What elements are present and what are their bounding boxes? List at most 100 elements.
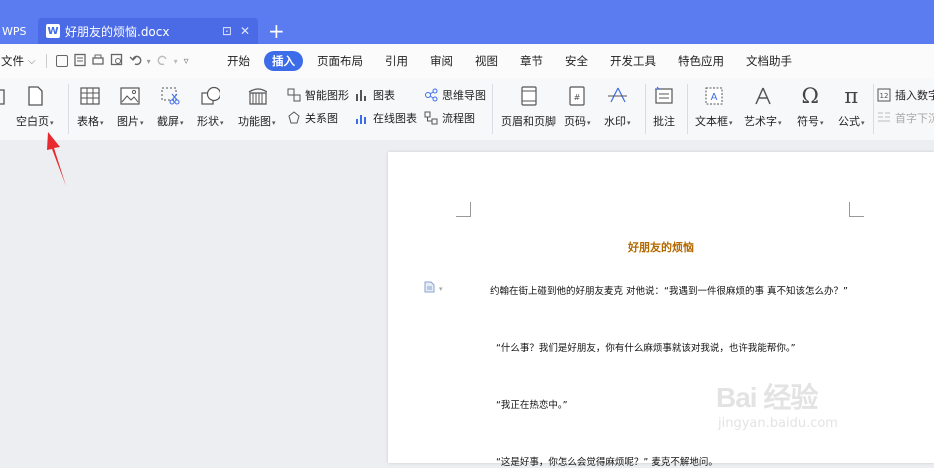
cover-page-icon[interactable] xyxy=(0,88,8,109)
symbol-label: 符号 xyxy=(797,115,819,128)
tab-4[interactable]: 审阅 xyxy=(419,53,464,69)
smart-graphic-label: 智能图形 xyxy=(305,89,349,102)
mind-map-button[interactable]: 思维导图 xyxy=(424,86,486,104)
paragraph-marker-icon xyxy=(423,281,435,296)
tab-7[interactable]: 安全 xyxy=(554,53,599,69)
table-button[interactable]: 表格▾ xyxy=(77,78,104,140)
caret-icon[interactable]: ▾ xyxy=(50,119,54,127)
document-title[interactable]: 好朋友的烦恼 xyxy=(388,239,934,255)
undo-icon[interactable] xyxy=(129,53,145,70)
writer-doc-icon: W xyxy=(46,24,60,38)
caret-icon[interactable]: ▾ xyxy=(820,119,824,127)
new-tab-button[interactable]: + xyxy=(268,19,285,43)
caret-icon[interactable]: ▾ xyxy=(100,119,104,127)
caret-icon[interactable]: ▾ xyxy=(180,119,184,127)
shape-icon xyxy=(200,86,221,106)
chart-button[interactable]: 图表 xyxy=(355,86,395,104)
smart-graphic-icon xyxy=(287,88,301,102)
table-icon xyxy=(80,86,100,106)
watermark-button[interactable]: 水印▾ xyxy=(604,78,631,140)
caret-icon[interactable]: ▾ xyxy=(587,119,591,127)
blank-page-label: 空白页 xyxy=(16,115,49,128)
save-icon[interactable] xyxy=(55,55,68,67)
divider xyxy=(687,84,688,134)
redo-icon[interactable] xyxy=(156,53,170,70)
tab-9[interactable]: 特色应用 xyxy=(667,53,735,69)
page-number-button[interactable]: # 页码▾ xyxy=(564,78,591,140)
word-art-icon xyxy=(753,86,773,106)
comment-icon xyxy=(654,86,674,106)
divider xyxy=(68,84,69,134)
mind-map-icon xyxy=(424,88,438,102)
flowchart-button[interactable]: 流程图 xyxy=(424,109,475,127)
chevron-down-icon[interactable]: ⌵ xyxy=(28,56,36,67)
omega-icon: Ω xyxy=(801,84,819,108)
header-footer-icon xyxy=(519,86,539,106)
relation-chart-button[interactable]: 关系图 xyxy=(287,109,338,127)
online-chart-button[interactable]: 在线图表 xyxy=(355,109,417,127)
tab-0[interactable]: 开始 xyxy=(216,53,261,69)
svg-text:A: A xyxy=(710,92,717,103)
tab-6[interactable]: 章节 xyxy=(509,53,554,69)
divider xyxy=(45,54,47,68)
caret-icon[interactable]: ▾ xyxy=(627,119,631,127)
insert-ribbon: 空白页▾ 表格▾ 图片▾ 截屏▾ 形状▾ 功能图▾ 智能图形 图表 思维导图 关… xyxy=(0,78,934,141)
text-box-button[interactable]: A 文本框▾ xyxy=(695,78,733,140)
insert-number-button[interactable]: 12 插入数字 xyxy=(877,86,934,104)
print-preview-icon[interactable] xyxy=(110,53,124,70)
screenshot-label: 截屏 xyxy=(157,115,179,128)
formula-button[interactable]: π 公式▾ xyxy=(838,78,865,140)
export-pdf-icon[interactable] xyxy=(73,53,87,70)
flowchart-icon xyxy=(424,111,438,125)
tab-5[interactable]: 视图 xyxy=(464,53,509,69)
caret-icon[interactable]: ▾ xyxy=(729,119,733,127)
blank-page-button[interactable]: 空白页▾ xyxy=(16,78,54,140)
paragraph-handle[interactable]: ▾ xyxy=(423,281,443,296)
document-tab[interactable]: W 好朋友的烦恼.docx ⊡ ✕ xyxy=(38,18,258,44)
shape-button[interactable]: 形状▾ xyxy=(197,78,224,140)
undo-dropdown-icon[interactable]: ▾ xyxy=(147,57,151,66)
smart-graphic-button[interactable]: 智能图形 xyxy=(287,86,349,104)
paragraph[interactable]: “我正在热恋中。” xyxy=(496,397,568,411)
page-number-icon: # xyxy=(567,86,587,106)
file-menu[interactable]: 文件 xyxy=(0,53,24,69)
caret-icon[interactable]: ▾ xyxy=(861,119,865,127)
symbol-button[interactable]: Ω 符号▾ xyxy=(797,78,824,140)
restore-icon[interactable]: ⊡ xyxy=(222,24,232,38)
caret-icon[interactable]: ▾ xyxy=(140,119,144,127)
paragraph[interactable]: “这是好事，你怎么会觉得麻烦呢？” 麦克不解地问。 xyxy=(496,454,718,468)
wps-home-tab[interactable]: WPS xyxy=(0,18,34,44)
function-chart-label: 功能图 xyxy=(238,115,271,128)
picture-label: 图片 xyxy=(117,115,139,128)
screenshot-button[interactable]: 截屏▾ xyxy=(157,78,184,140)
tab-10[interactable]: 文档助手 xyxy=(735,53,803,69)
print-icon[interactable] xyxy=(91,53,105,70)
picture-button[interactable]: 图片▾ xyxy=(117,78,144,140)
function-chart-button[interactable]: 功能图▾ xyxy=(238,78,276,140)
document-tab-title: 好朋友的烦恼.docx xyxy=(65,24,170,39)
tab-2[interactable]: 页面布局 xyxy=(306,53,374,69)
text-box-label: 文本框 xyxy=(695,115,728,128)
insert-number-icon: 12 xyxy=(877,88,891,102)
redo-dropdown-icon[interactable]: ▾ xyxy=(174,57,178,66)
pi-icon: π xyxy=(844,84,859,108)
word-art-label: 艺术字 xyxy=(744,115,777,128)
watermark-icon xyxy=(607,86,628,106)
comment-button[interactable]: 批注 xyxy=(653,78,675,140)
tab-1[interactable]: 插入 xyxy=(264,51,303,71)
caret-icon[interactable]: ▾ xyxy=(778,119,782,127)
word-art-button[interactable]: 艺术字▾ xyxy=(744,78,782,140)
customize-toolbar-icon[interactable]: ▿ xyxy=(184,56,189,67)
tab-8[interactable]: 开发工具 xyxy=(599,53,667,69)
paragraph[interactable]: 约翰在街上碰到他的好朋友麦克 对他说：“我遇到一件很麻烦的事 真不知该怎么办？” xyxy=(490,283,848,297)
chevron-down-icon[interactable]: ▾ xyxy=(439,285,443,293)
header-footer-button[interactable]: 页眉和页脚 xyxy=(501,78,556,140)
caret-icon[interactable]: ▾ xyxy=(220,119,224,127)
crop-mark-top-left xyxy=(456,202,471,217)
scissors-icon xyxy=(160,86,180,106)
paragraph[interactable]: “什么事？我们是好朋友，你有什么麻烦事就该对我说，也许我能帮你。” xyxy=(496,340,796,354)
drop-cap-button[interactable]: 首字下沉 xyxy=(877,109,934,127)
caret-icon[interactable]: ▾ xyxy=(272,119,276,127)
close-tab-icon[interactable]: ✕ xyxy=(240,24,250,38)
tab-3[interactable]: 引用 xyxy=(374,53,419,69)
